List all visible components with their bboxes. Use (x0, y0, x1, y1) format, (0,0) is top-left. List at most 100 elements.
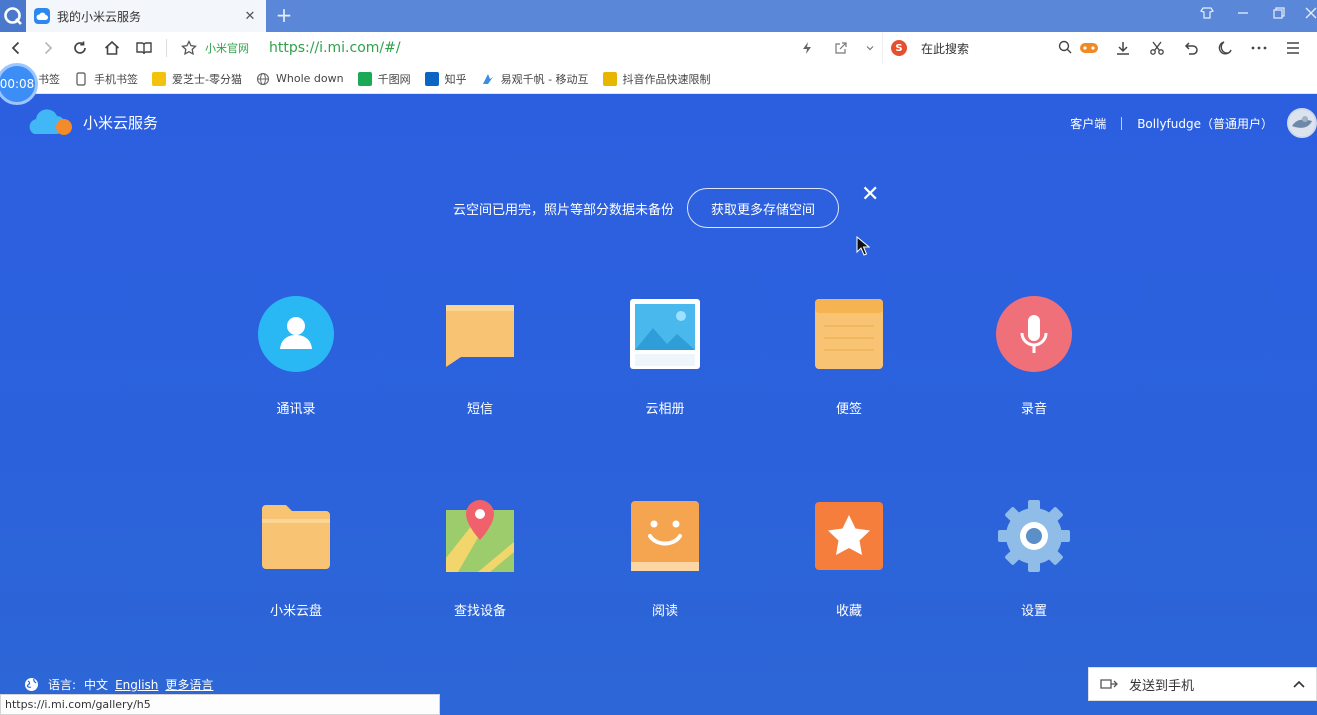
address-bar[interactable]: https://i.mi.com/#/ (269, 40, 401, 56)
app-label: 收藏 (835, 604, 862, 619)
user-name[interactable]: Bollyfudge（普通用户） (1137, 115, 1273, 132)
bookmark-item[interactable]: 手机书签 (74, 71, 138, 87)
app-label: 查找设备 (453, 604, 506, 619)
app-settings[interactable]: 设置 (964, 496, 1104, 619)
send-to-phone-panel[interactable]: 发送到手机 (1088, 667, 1317, 701)
favorites-icon (809, 496, 889, 576)
app-find-device[interactable]: 查找设备 (410, 496, 550, 619)
bookmark-label: 抖音作品快速限制 (622, 72, 711, 86)
navigation-bar: 小米官网 https://i.mi.com/#/ S 在此搜索 (0, 32, 1317, 64)
app-cloud-drive[interactable]: 小米云盘 (226, 496, 366, 619)
skin-icon[interactable] (1196, 6, 1218, 26)
app-label: 录音 (1020, 402, 1047, 417)
minimize-icon[interactable] (1232, 6, 1254, 26)
app-label: 小米云盘 (269, 604, 322, 619)
user-header: 客户端 Bollyfudge（普通用户） (1070, 108, 1317, 138)
app-recorder[interactable]: 录音 (964, 294, 1104, 417)
douyin-icon (602, 71, 617, 86)
undo-icon[interactable] (1174, 32, 1208, 64)
send-to-phone-label: 发送到手机 (1129, 678, 1195, 694)
bookmark-star-icon[interactable] (173, 32, 205, 64)
search-input[interactable]: 在此搜索 (921, 40, 1058, 57)
notes-icon (809, 294, 889, 374)
download-icon[interactable] (1106, 32, 1140, 64)
reload-icon[interactable] (64, 32, 96, 64)
home-icon[interactable] (96, 32, 128, 64)
close-window-icon[interactable] (1300, 6, 1317, 26)
toolbar-divider (166, 39, 167, 57)
storage-full-notice: 云空间已用完，照片等部分数据未备份 获取更多存储空间 (453, 188, 840, 228)
notice-text: 云空间已用完，照片等部分数据未备份 (453, 202, 675, 218)
mouse-cursor-icon (856, 235, 871, 260)
more-languages-link[interactable]: 更多语言 (165, 676, 213, 693)
app-favorites[interactable]: 收藏 (779, 496, 919, 619)
sms-icon (440, 294, 520, 374)
search-box[interactable]: S 在此搜索 (882, 32, 1072, 64)
new-tab-button[interactable]: + (272, 4, 296, 28)
more-icon[interactable] (1242, 32, 1276, 64)
client-download-link[interactable]: 客户端 (1070, 115, 1106, 132)
chevron-down-icon[interactable] (858, 32, 882, 64)
app-reading[interactable]: 阅读 (595, 496, 735, 619)
app-label: 短信 (466, 402, 493, 417)
night-mode-icon[interactable] (1208, 32, 1242, 64)
site-verified-label: 小米官网 (205, 42, 249, 55)
notice-close-icon[interactable]: ✕ (861, 184, 879, 206)
restore-icon[interactable] (1268, 6, 1290, 26)
back-icon[interactable] (0, 32, 32, 64)
globe-icon (256, 72, 270, 86)
app-sms[interactable]: 短信 (410, 294, 550, 417)
cat-icon (152, 71, 166, 86)
app-label: 阅读 (651, 604, 678, 619)
status-bar-url: https://i.mi.com/gallery/h5 (0, 694, 440, 715)
tab-close-icon[interactable]: ✕ (242, 9, 258, 24)
app-contacts[interactable]: 通讯录 (226, 294, 366, 417)
brand-logo[interactable]: 小米云服务 (24, 106, 158, 138)
bookmark-item[interactable]: 易观千帆 - 移动互 (481, 71, 589, 87)
analysys-icon (481, 72, 495, 86)
scissors-icon[interactable] (1140, 32, 1174, 64)
lightning-icon[interactable] (790, 32, 824, 64)
language-english-link[interactable]: English (115, 678, 158, 692)
app-label: 云相册 (645, 402, 685, 417)
find-device-icon (440, 496, 520, 576)
bookmark-item[interactable]: 书签 (38, 71, 60, 87)
avatar[interactable] (1287, 108, 1317, 138)
bookmark-label: 易观千帆 - 移动互 (500, 72, 589, 86)
settings-icon (994, 496, 1074, 576)
share-icon[interactable] (824, 32, 858, 64)
bookmark-label: 知乎 (444, 72, 467, 86)
contacts-icon (256, 294, 336, 374)
forward-icon[interactable] (32, 32, 64, 64)
browser-tab[interactable]: 我的小米云服务 ✕ (26, 0, 266, 32)
bookmark-label: 手机书签 (94, 72, 138, 86)
bookmark-item[interactable]: 爱芝士-零分猫 (152, 71, 242, 87)
qiantu-icon (357, 71, 372, 86)
zhihu-icon (424, 71, 439, 86)
brand-name: 小米云服务 (83, 113, 159, 132)
bookmark-label: Whole down (275, 72, 344, 85)
send-to-phone-icon (1100, 679, 1118, 689)
browser-logo-icon[interactable] (0, 0, 26, 32)
bookmark-item[interactable]: Whole down (256, 72, 344, 86)
language-switcher: 语言: 中文 English 更多语言 (24, 676, 213, 693)
game-icon[interactable] (1072, 32, 1106, 64)
menu-icon[interactable] (1276, 32, 1310, 64)
app-label: 便签 (835, 402, 862, 417)
bookmark-label: 爱芝士-零分猫 (172, 72, 242, 86)
reading-mode-icon[interactable] (128, 32, 160, 64)
get-more-storage-button[interactable]: 获取更多存储空间 (687, 188, 840, 228)
nav-right-tools: S 在此搜索 (790, 32, 1310, 64)
bookmark-item[interactable]: 千图网 (357, 71, 411, 87)
cloud-logo-icon (29, 109, 72, 135)
globe-icon (25, 678, 38, 691)
app-notes[interactable]: 便签 (779, 294, 919, 417)
app-gallery[interactable]: 云相册 (595, 294, 735, 417)
header-divider (1121, 116, 1123, 130)
language-chinese[interactable]: 中文 (84, 676, 108, 693)
search-icon[interactable] (1058, 39, 1072, 58)
bookmark-item[interactable]: 知乎 (424, 71, 467, 87)
bookmark-item[interactable]: 抖音作品快速限制 (602, 71, 711, 87)
chevron-up-icon[interactable] (1292, 679, 1306, 689)
app-label: 通讯录 (276, 402, 316, 417)
